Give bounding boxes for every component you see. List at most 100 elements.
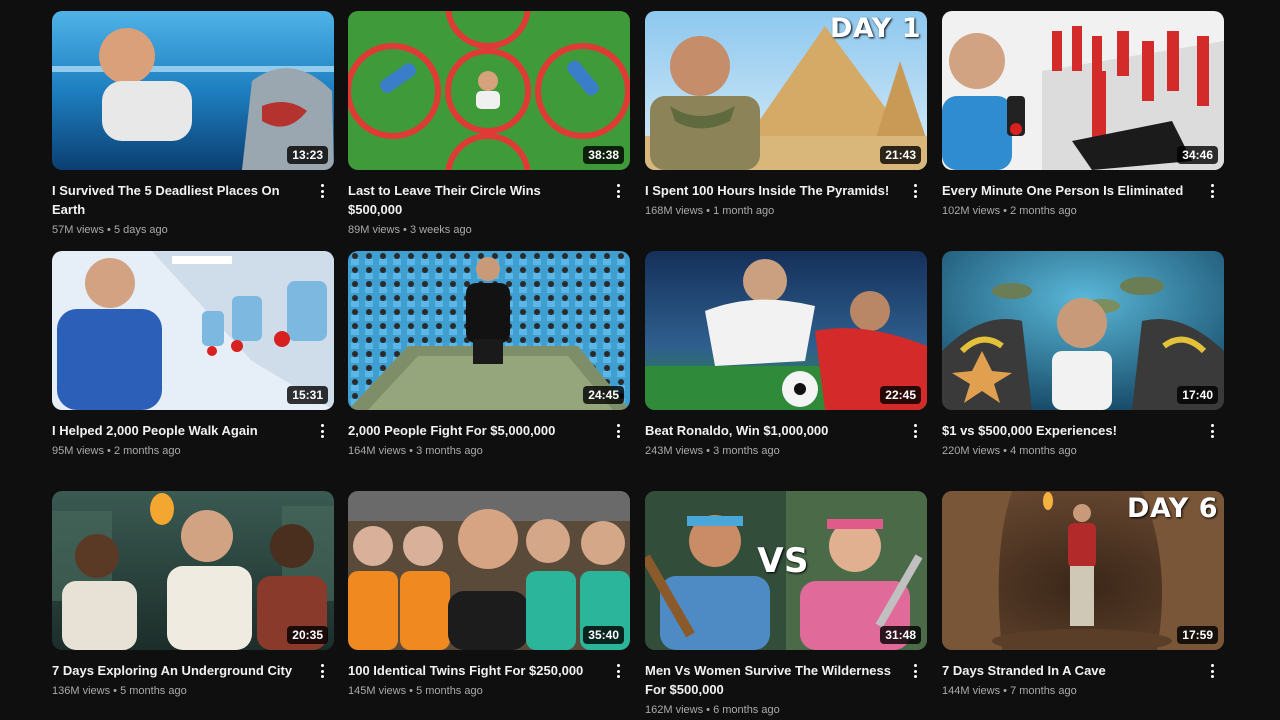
video-title[interactable]: I Spent 100 Hours Inside The Pyramids! xyxy=(645,181,893,200)
video-duration: 38:38 xyxy=(583,146,624,164)
video-title[interactable]: Last to Leave Their Circle Wins $500,000 xyxy=(348,181,596,219)
upload-age: 5 days ago xyxy=(113,224,168,236)
view-count: 168M views xyxy=(645,205,704,217)
upload-age: 1 month ago xyxy=(713,205,775,217)
video-card[interactable]: 17:40 $1 vs $500,000 Experiences! 220M v… xyxy=(942,251,1224,459)
video-meta: 102M views • 2 months ago xyxy=(942,203,1190,219)
video-card[interactable]: DAY 6 17:59 7 Days Stranded In A Cave 14… xyxy=(942,491,1224,699)
video-thumbnail[interactable]: 20:35 xyxy=(52,491,334,650)
video-meta: 162M views • 6 months ago xyxy=(645,702,893,718)
video-title[interactable]: I Helped 2,000 People Walk Again xyxy=(52,421,300,440)
video-meta: 89M views • 3 weeks ago xyxy=(348,222,596,238)
separator: • xyxy=(1003,445,1007,457)
video-details: Beat Ronaldo, Win $1,000,000 243M views … xyxy=(645,410,927,459)
separator: • xyxy=(1003,205,1007,217)
video-thumbnail[interactable]: 22:45 xyxy=(645,251,927,410)
upload-age: 2 months ago xyxy=(1010,205,1077,217)
video-thumbnail[interactable]: DAY 1 21:43 xyxy=(645,11,927,170)
video-thumbnail[interactable]: 34:46 xyxy=(942,11,1224,170)
view-count: 102M views xyxy=(942,205,1001,217)
separator: • xyxy=(107,224,111,236)
more-options-icon[interactable] xyxy=(610,422,626,440)
separator: • xyxy=(409,445,413,457)
video-duration: 24:45 xyxy=(583,386,624,404)
video-details: I Spent 100 Hours Inside The Pyramids! 1… xyxy=(645,170,927,219)
upload-age: 3 months ago xyxy=(713,445,780,457)
upload-age: 2 months ago xyxy=(113,445,181,457)
video-duration: 20:35 xyxy=(287,626,328,644)
video-meta: 220M views • 4 months ago xyxy=(942,443,1190,459)
video-duration: 22:45 xyxy=(880,386,921,404)
video-card[interactable]: 35:40 100 Identical Twins Fight For $250… xyxy=(348,491,630,699)
video-meta: 145M views • 5 months ago xyxy=(348,683,596,699)
more-options-icon[interactable] xyxy=(610,182,626,200)
more-options-icon[interactable] xyxy=(1204,182,1220,200)
view-count: 144M views xyxy=(942,685,1001,697)
video-details: 7 Days Stranded In A Cave 144M views • 7… xyxy=(942,650,1224,699)
video-card[interactable]: DAY 1 21:43 I Spent 100 Hours Inside The… xyxy=(645,11,927,219)
video-thumbnail[interactable]: 13:23 xyxy=(52,11,334,170)
video-thumbnail[interactable]: VS 31:48 xyxy=(645,491,927,650)
more-options-icon[interactable] xyxy=(610,662,626,680)
more-options-icon[interactable] xyxy=(314,422,330,440)
video-thumbnail[interactable]: 38:38 xyxy=(348,11,630,170)
video-details: 100 Identical Twins Fight For $250,000 1… xyxy=(348,650,630,699)
video-card[interactable]: 38:38 Last to Leave Their Circle Wins $5… xyxy=(348,11,630,238)
video-card[interactable]: 15:31 I Helped 2,000 People Walk Again 9… xyxy=(52,251,334,459)
video-title[interactable]: 7 Days Exploring An Underground City xyxy=(52,661,300,680)
more-options-icon[interactable] xyxy=(1204,662,1220,680)
video-title[interactable]: Every Minute One Person Is Eliminated xyxy=(942,181,1190,200)
video-title[interactable]: Men Vs Women Survive The Wilderness For … xyxy=(645,661,893,699)
view-count: 136M views xyxy=(52,685,111,697)
view-count: 95M views xyxy=(52,445,104,457)
view-count: 220M views xyxy=(942,445,1001,457)
upload-age: 5 months ago xyxy=(416,685,483,697)
thumbnail-overlay-text: VS xyxy=(757,541,809,581)
view-count: 162M views xyxy=(645,704,704,716)
separator: • xyxy=(113,685,117,697)
upload-age: 6 months ago xyxy=(713,704,780,716)
separator: • xyxy=(706,445,710,457)
video-thumbnail[interactable]: 24:45 xyxy=(348,251,630,410)
video-meta: 168M views • 1 month ago xyxy=(645,203,893,219)
view-count: 89M views xyxy=(348,224,400,236)
video-title[interactable]: I Survived The 5 Deadliest Places On Ear… xyxy=(52,181,300,219)
more-options-icon[interactable] xyxy=(907,182,923,200)
video-card[interactable]: VS 31:48 Men Vs Women Survive The Wilder… xyxy=(645,491,927,718)
video-card[interactable]: 34:46 Every Minute One Person Is Elimina… xyxy=(942,11,1224,219)
video-card[interactable]: 22:45 Beat Ronaldo, Win $1,000,000 243M … xyxy=(645,251,927,459)
video-meta: 136M views • 5 months ago xyxy=(52,683,300,699)
video-thumbnail[interactable]: 35:40 xyxy=(348,491,630,650)
separator: • xyxy=(1003,685,1007,697)
more-options-icon[interactable] xyxy=(314,662,330,680)
video-card[interactable]: 20:35 7 Days Exploring An Underground Ci… xyxy=(52,491,334,699)
more-options-icon[interactable] xyxy=(907,662,923,680)
video-title[interactable]: 2,000 People Fight For $5,000,000 xyxy=(348,421,596,440)
video-title[interactable]: 100 Identical Twins Fight For $250,000 xyxy=(348,661,596,680)
more-options-icon[interactable] xyxy=(1204,422,1220,440)
more-options-icon[interactable] xyxy=(314,182,330,200)
upload-age: 5 months ago xyxy=(120,685,187,697)
video-details: I Helped 2,000 People Walk Again 95M vie… xyxy=(52,410,334,459)
view-count: 145M views xyxy=(348,685,407,697)
video-card[interactable]: 13:23 I Survived The 5 Deadliest Places … xyxy=(52,11,334,238)
video-thumbnail[interactable]: DAY 6 17:59 xyxy=(942,491,1224,650)
video-details: Last to Leave Their Circle Wins $500,000… xyxy=(348,170,630,238)
separator: • xyxy=(706,205,710,217)
video-title[interactable]: 7 Days Stranded In A Cave xyxy=(942,661,1190,680)
video-duration: 13:23 xyxy=(287,146,328,164)
video-duration: 34:46 xyxy=(1177,146,1218,164)
video-details: I Survived The 5 Deadliest Places On Ear… xyxy=(52,170,334,238)
view-count: 57M views xyxy=(52,224,104,236)
video-duration: 15:31 xyxy=(287,386,328,404)
video-meta: 95M views • 2 months ago xyxy=(52,443,300,459)
upload-age: 4 months ago xyxy=(1010,445,1077,457)
separator: • xyxy=(403,224,407,236)
video-thumbnail[interactable]: 17:40 xyxy=(942,251,1224,410)
video-title[interactable]: Beat Ronaldo, Win $1,000,000 xyxy=(645,421,893,440)
video-thumbnail[interactable]: 15:31 xyxy=(52,251,334,410)
separator: • xyxy=(706,704,710,716)
video-title[interactable]: $1 vs $500,000 Experiences! xyxy=(942,421,1190,440)
video-card[interactable]: 24:45 2,000 People Fight For $5,000,000 … xyxy=(348,251,630,459)
more-options-icon[interactable] xyxy=(907,422,923,440)
